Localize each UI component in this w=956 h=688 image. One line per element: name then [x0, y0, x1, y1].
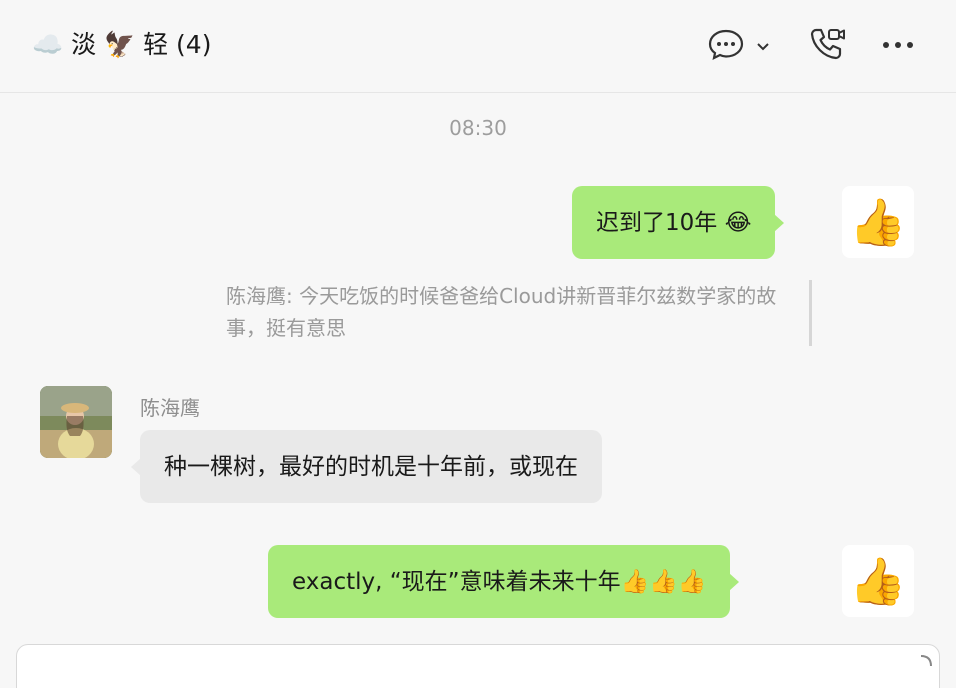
- more-options-button[interactable]: [880, 36, 916, 55]
- more-dots-icon: [880, 36, 916, 55]
- thumbs-up-icon: 👍: [849, 195, 907, 249]
- quoted-message[interactable]: 陈海鹰: 今天吃饭的时候爸爸给Cloud讲新晋菲尔兹数学家的故事，挺有意思: [226, 280, 812, 346]
- sender-name: 陈海鹰: [140, 396, 200, 420]
- chat-info-button[interactable]: [708, 28, 770, 64]
- quote-text: 陈海鹰: 今天吃饭的时候爸爸给Cloud讲新晋菲尔兹数学家的故事，挺有意思: [226, 284, 777, 340]
- message-text: 迟到了10年 😂: [596, 209, 752, 236]
- chat-header: ☁️ 淡 🦅 轻 (4): [0, 0, 956, 93]
- contact-message-bubble[interactable]: 种一棵树，最好的时机是十年前，或现在: [131, 430, 602, 503]
- my-avatar[interactable]: 👍: [842, 186, 914, 258]
- contact-avatar[interactable]: [40, 386, 112, 458]
- my-message-bubble[interactable]: exactly, “现在”意味着未来十年👍👍👍: [268, 545, 740, 618]
- chevron-down-icon: [756, 37, 770, 56]
- message-input-box[interactable]: [16, 644, 940, 688]
- video-call-icon: [808, 26, 846, 66]
- resize-handle-icon[interactable]: [919, 653, 933, 672]
- chat-title[interactable]: ☁️ 淡 🦅 轻 (4): [32, 26, 211, 64]
- message-text: 种一棵树，最好的时机是十年前，或现在: [164, 453, 578, 480]
- contact-photo: [40, 386, 112, 458]
- my-message-bubble[interactable]: 迟到了10年 😂: [572, 186, 785, 259]
- message-timestamp: 08:30: [449, 116, 507, 140]
- video-call-button[interactable]: [808, 26, 846, 66]
- thumbs-up-icon: 👍: [849, 554, 907, 608]
- message-text: exactly, “现在”意味着未来十年👍👍👍: [292, 568, 707, 595]
- my-avatar[interactable]: 👍: [842, 545, 914, 617]
- chat-bubble-icon: [708, 28, 744, 64]
